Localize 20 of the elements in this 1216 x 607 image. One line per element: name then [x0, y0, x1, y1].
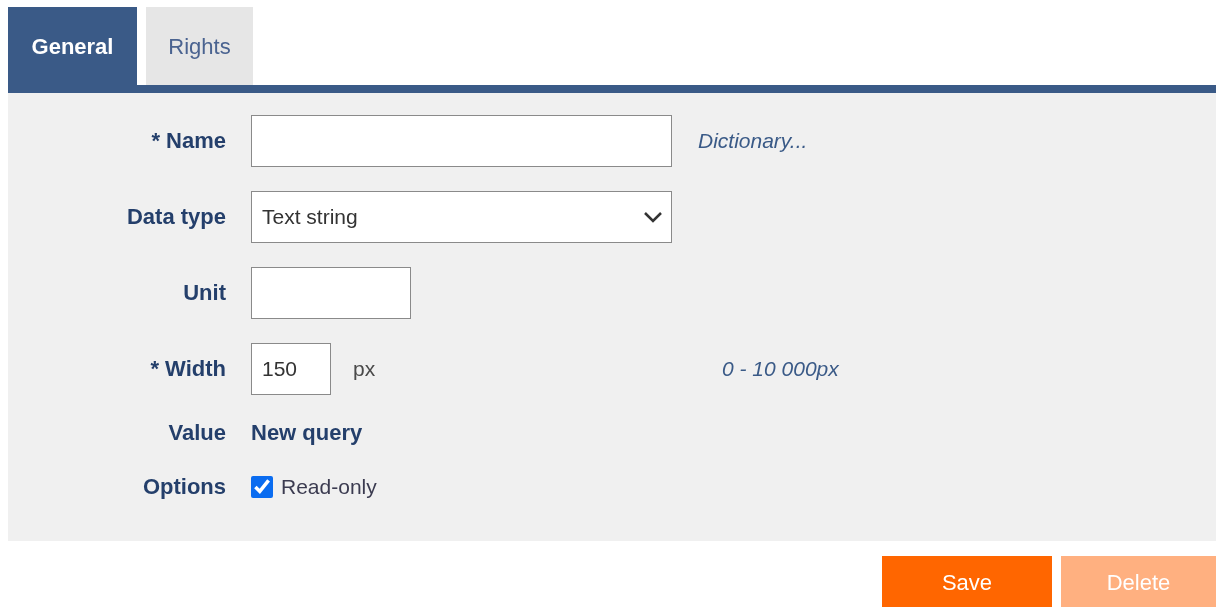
- input-field[interactable]: 150: [251, 342, 331, 395]
- checkbox-label[interactable]: Read-only: [281, 470, 377, 503]
- field-label: Value: [168, 418, 226, 447]
- tab[interactable]: Rights: [146, 7, 253, 85]
- unit-label: px: [353, 355, 377, 382]
- action-button: Delete: [1061, 556, 1216, 607]
- input-field[interactable]: [251, 266, 411, 319]
- input-field[interactable]: [251, 114, 672, 167]
- field-label: * Name: [151, 127, 226, 155]
- value-text: New query: [251, 418, 363, 447]
- field-label: * Width: [150, 355, 226, 383]
- tab[interactable]: General: [8, 7, 137, 85]
- hint-text: 0 - 10 000px: [722, 355, 839, 382]
- chevron-down-icon: [643, 210, 663, 223]
- field-label: Data type: [126, 203, 226, 231]
- checkbox[interactable]: [251, 475, 273, 498]
- dropdown[interactable]: Text string: [251, 190, 672, 243]
- field-label: Options: [142, 473, 226, 501]
- hint-text: Dictionary...: [698, 127, 808, 154]
- field-label: Unit: [183, 279, 226, 307]
